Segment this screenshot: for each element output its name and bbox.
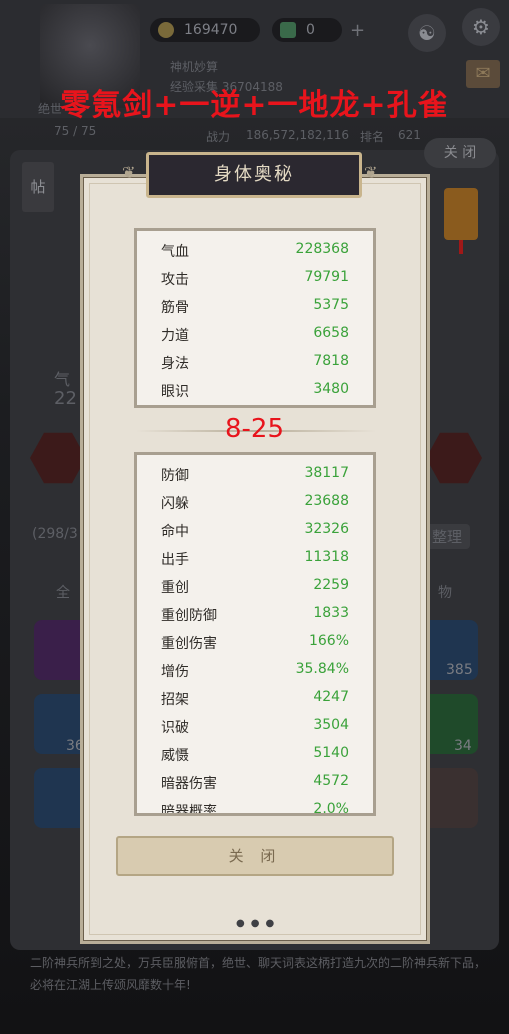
power-value: 186,572,182,116 [246,128,350,142]
stat-name: 暗器伤害 [161,776,217,792]
power-label: 战力 [206,130,231,144]
stat-name: 防御 [161,468,189,484]
stat-row: 招架 4247 [137,683,373,711]
stat-row: 命中 32326 [137,515,373,543]
stat-name: 重创伤害 [161,636,217,652]
tab-all[interactable]: 全 [56,582,70,602]
coin-value: 169470 [184,22,238,38]
stat-value: 5140 [313,745,349,761]
stat-name: 识破 [161,720,189,736]
charm-tassel [459,240,463,254]
stat-row: 气血 228368 [137,235,373,263]
background-tag[interactable]: 帖 [22,162,54,212]
stat-row: 识破 3504 [137,711,373,739]
stat-row: 攻击 79791 [137,263,373,291]
stat-value: 5375 [313,297,349,313]
background-hp-label: 气 [54,370,71,389]
stat-name: 命中 [161,524,189,540]
page-indicator: ●●● [236,918,281,929]
stat-value: 38117 [304,465,349,481]
level-indicator: 75 / 75 [54,124,97,138]
stat-name: 力道 [161,328,189,344]
gem-counter: 0 [272,18,342,42]
stat-name: 重创 [161,580,189,596]
stat-value: 2.0% [313,801,349,816]
organize-button[interactable]: 整理 [424,524,471,549]
slot-count: 34 [454,738,472,754]
add-currency-button[interactable]: + [350,20,365,41]
stat-name: 暗器概率 [161,804,217,816]
stat-value: 4572 [313,773,349,789]
header-ornament-right: ❦ [364,163,378,182]
stat-name: 气血 [161,244,189,260]
stat-value: 79791 [304,269,349,285]
gem-icon [280,22,296,38]
stat-value: 2259 [313,577,349,593]
coin-counter: 169470 [150,18,260,42]
stat-row: 防御 38117 [137,459,373,487]
close-button[interactable]: 关 闭 [116,836,394,876]
coin-icon [158,22,174,38]
stat-name: 出手 [161,552,189,568]
background-close-button[interactable]: 关 闭 [424,138,496,168]
tab-items[interactable]: 物 [438,582,452,602]
header-ornament-left: ❦ [122,163,136,182]
background-footer-text: 二阶神兵所到之处，万兵臣服俯首，绝世、聊天词表这柄打造九次的二阶神兵新下品，必将… [30,956,487,992]
rank-label: 排名 [360,130,385,144]
stat-value: 1833 [313,605,349,621]
stat-value: 4247 [313,689,349,705]
yin-yang-icon[interactable]: ☯ [408,14,446,52]
stat-value: 7818 [313,353,349,369]
obscured-line-1: 神机妙算 [170,60,219,74]
background-hp-value: 22 [54,388,77,409]
stat-name: 威慑 [161,748,189,764]
stat-value: 32326 [304,521,349,537]
stat-row: 出手 11318 [137,543,373,571]
stat-name: 重创防御 [161,608,217,624]
stat-name: 闪躲 [161,496,189,512]
stat-row: 筋骨 5375 [137,291,373,319]
gear-icon[interactable]: ⚙ [462,8,500,46]
stat-row: 暗器伤害 4572 [137,767,373,795]
stat-row: 暗器概率 2.0% [137,795,373,816]
stat-value: 6658 [313,325,349,341]
modal-title: 身体奥秘 [146,152,362,198]
stat-name: 攻击 [161,272,189,288]
stat-row: 力道 6658 [137,319,373,347]
combat-stats-panel[interactable]: 防御 38117 闪躲 23688 命中 32326 出手 11318 重创 2259 重创防御 18… [134,452,376,816]
hanging-charm-icon [444,188,478,240]
gem-value: 0 [306,22,315,38]
stat-name: 身法 [161,356,189,372]
base-stats-panel: 气血 228368 攻击 79791 筋骨 5375 力道 6658 身法 7818 眼识 3480 [134,228,376,408]
stat-row: 身法 7818 [137,347,373,375]
stat-row: 重创 2259 [137,571,373,599]
mid-label: 8-25 [224,414,284,444]
stat-name: 眼识 [161,384,189,400]
stat-value: 11318 [304,549,349,565]
stat-row: 重创防御 1833 [137,599,373,627]
stat-value: 166% [308,633,349,649]
stat-row: 威慑 5140 [137,739,373,767]
stat-row: 增伤 35.84% [137,655,373,683]
inventory-capacity: (298/3 [32,526,78,542]
stat-value: 35.84% [295,661,349,677]
stat-row: 闪躲 23688 [137,487,373,515]
stat-name: 招架 [161,692,189,708]
stat-name: 增伤 [161,664,189,680]
stat-value: 23688 [304,493,349,509]
stat-row: 眼识 3480 [137,375,373,403]
stat-name: 筋骨 [161,300,189,316]
stat-value: 3480 [313,381,349,397]
stat-value: 228368 [295,241,349,257]
rank-value: 621 [398,128,421,142]
slot-count: 385 [446,662,473,678]
overlay-title: 零氪剑+一逆+一地龙+孔雀 [60,88,449,123]
stat-row: 重创伤害 166% [137,627,373,655]
stat-value: 3504 [313,717,349,733]
